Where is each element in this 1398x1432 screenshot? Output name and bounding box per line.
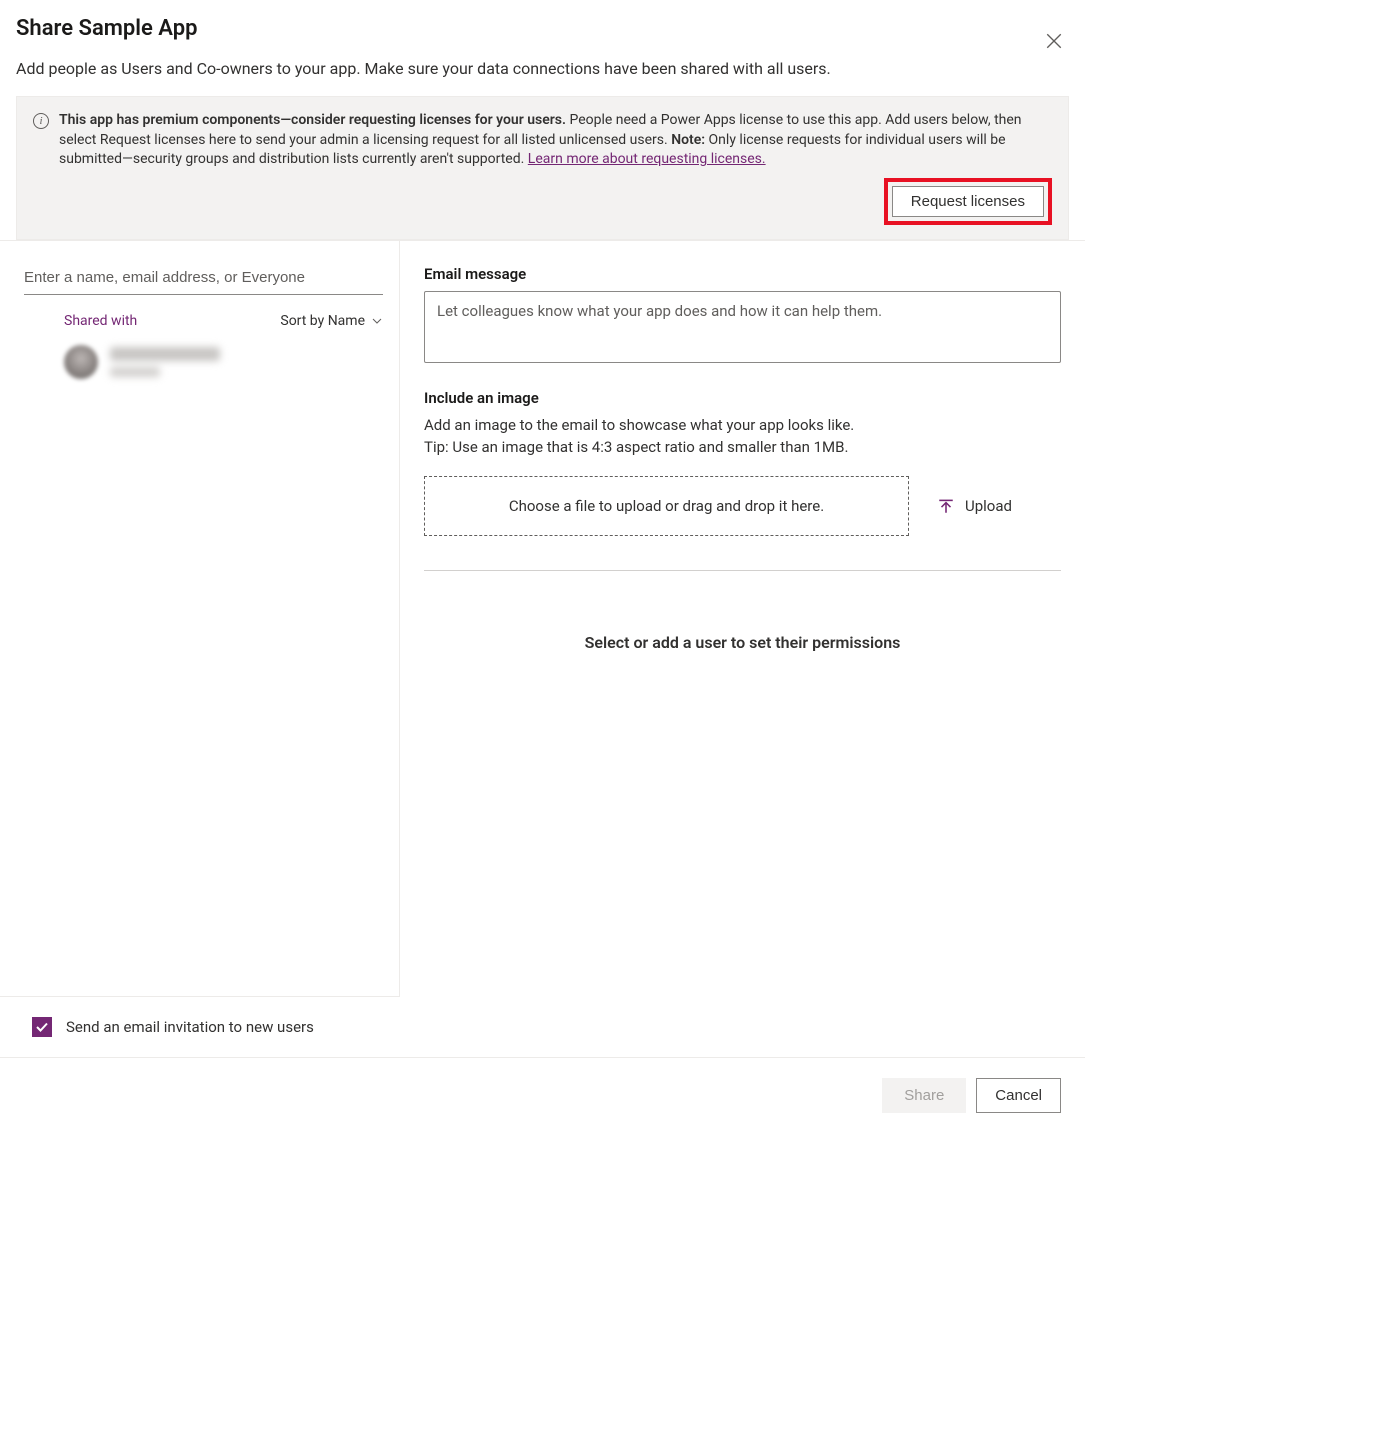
upload-button[interactable]: Upload: [937, 497, 1012, 515]
send-email-checkbox[interactable]: [32, 1017, 52, 1037]
shared-user-row[interactable]: [24, 329, 383, 379]
premium-license-banner: i This app has premium components—consid…: [16, 96, 1069, 240]
people-scroll[interactable]: Shared with Sort by Name: [0, 241, 399, 996]
include-image-help2: Tip: Use an image that is 4:3 aspect rat…: [424, 437, 1061, 459]
share-app-dialog: Share Sample App Add people as Users and…: [0, 0, 1085, 1133]
dropzone-text: Choose a file to upload or drag and drop…: [509, 497, 824, 515]
upload-icon: [937, 497, 955, 515]
learn-more-link[interactable]: Learn more about requesting licenses.: [528, 151, 766, 167]
people-pane: Shared with Sort by Name: [0, 241, 400, 996]
email-message-label: Email message: [424, 265, 1061, 283]
request-licenses-highlight: Request licenses: [884, 178, 1052, 225]
banner-note-label: Note:: [671, 132, 705, 148]
send-email-label: Send an email invitation to new users: [66, 1018, 314, 1036]
section-divider: [424, 570, 1061, 571]
email-invite-row: Send an email invitation to new users: [0, 996, 400, 1057]
share-button[interactable]: Share: [882, 1078, 966, 1113]
permissions-empty-hint: Select or add a user to set their permis…: [424, 633, 1061, 652]
dialog-subtitle: Add people as Users and Co-owners to you…: [16, 59, 1069, 78]
sort-by-dropdown[interactable]: Sort by Name: [280, 313, 383, 329]
cancel-button[interactable]: Cancel: [976, 1078, 1061, 1113]
close-icon: [1045, 32, 1063, 50]
avatar: [64, 345, 98, 379]
request-licenses-button[interactable]: Request licenses: [892, 186, 1044, 217]
dialog-content: Shared with Sort by Name Email messag: [0, 240, 1085, 996]
sort-label-text: Sort by Name: [280, 313, 365, 329]
image-dropzone[interactable]: Choose a file to upload or drag and drop…: [424, 476, 909, 536]
people-search-input[interactable]: [24, 261, 383, 295]
shared-user-meta: [110, 347, 220, 377]
upload-label: Upload: [965, 497, 1012, 515]
email-message-input[interactable]: [424, 291, 1061, 363]
include-image-help1: Add an image to the email to showcase wh…: [424, 415, 1061, 437]
banner-text: This app has premium components—consider…: [59, 111, 1052, 170]
chevron-down-icon: [371, 315, 383, 327]
banner-lead: This app has premium components—consider…: [59, 112, 566, 128]
dialog-footer: Share Cancel: [0, 1057, 1085, 1133]
close-button[interactable]: [1041, 28, 1067, 57]
details-pane: Email message Include an image Add an im…: [400, 241, 1085, 996]
check-icon: [35, 1020, 49, 1034]
include-image-label: Include an image: [424, 389, 1061, 407]
shared-with-label: Shared with: [24, 313, 137, 329]
dialog-title: Share Sample App: [16, 16, 1069, 41]
info-icon: i: [33, 113, 49, 129]
